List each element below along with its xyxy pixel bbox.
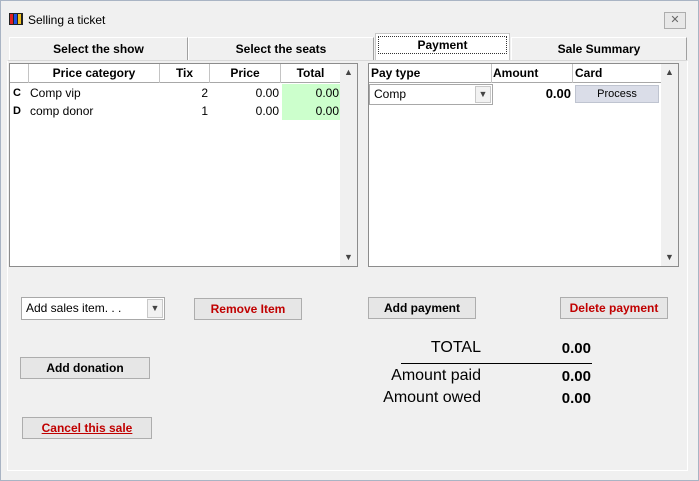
row-code: C [13,87,21,99]
remove-item-button[interactable]: Remove Item [194,298,302,320]
tab-sale-summary[interactable]: Sale Summary [511,37,687,60]
col-pay-type[interactable]: Pay type [369,64,492,83]
row-code: D [13,105,21,117]
col-tix[interactable]: Tix [160,64,210,83]
scroll-up-icon[interactable]: ▲ [661,64,678,81]
cancel-sale-button[interactable]: Cancel this sale [22,417,152,439]
window-title: Selling a ticket [28,13,106,27]
total-value: 0.00 [561,340,591,357]
row-total: 0.00 [282,102,340,120]
table-row[interactable]: C Comp vip 2 0.00 0.00 [10,84,340,102]
payment-list-header: Pay type Amount Card [369,64,661,83]
chevron-down-icon[interactable]: ▼ [147,299,163,318]
scroll-up-icon[interactable]: ▲ [340,64,357,81]
pay-type-value: Comp [374,87,407,101]
process-card-button[interactable]: Process [575,85,659,103]
tab-select-show[interactable]: Select the show [9,37,188,60]
scroll-down-icon[interactable]: ▼ [340,249,357,266]
tab-payment[interactable]: Payment [375,33,510,60]
payment-panel: Price category Tix Price Total C Comp vi… [7,60,688,471]
scroll-down-icon[interactable]: ▼ [661,249,678,266]
chevron-down-icon[interactable]: ▼ [475,86,491,103]
items-scrollbar[interactable]: ▲ ▼ [340,64,357,266]
amount-paid-label: Amount paid [391,367,481,384]
row-price: 0.00 [255,104,279,118]
row-total: 0.00 [282,84,340,102]
col-price[interactable]: Price [210,64,281,83]
selling-ticket-window: Selling a ticket ✕ Select the show Selec… [0,0,699,481]
price-category-list[interactable]: Price category Tix Price Total C Comp vi… [9,63,358,267]
table-row[interactable]: D comp donor 1 0.00 0.00 [10,102,340,120]
total-label: TOTAL [430,339,481,356]
payment-list[interactable]: Pay type Amount Card Comp ▼ 0.00 Process… [368,63,679,267]
payment-amount[interactable]: 0.00 [495,85,571,103]
payment-scrollbar[interactable]: ▲ ▼ [661,64,678,266]
list-header: Price category Tix Price Total [10,64,340,83]
pay-type-select[interactable]: Comp ▼ [369,84,493,105]
col-price-category[interactable]: Price category [29,64,160,83]
col-card[interactable]: Card [573,64,661,83]
title-bar: Selling a ticket ✕ [1,1,698,32]
add-sales-item-value: Add sales item. . . [26,301,122,315]
close-icon: ✕ [670,14,680,26]
row-category: Comp vip [30,86,81,100]
close-button[interactable]: ✕ [664,12,686,29]
row-category: comp donor [30,104,94,118]
add-payment-button[interactable]: Add payment [368,297,476,319]
add-sales-item-select[interactable]: Add sales item. . . ▼ [21,297,165,320]
tab-strip: Select the show Select the seats Payment… [9,33,687,61]
col-total[interactable]: Total [281,64,340,83]
app-icon [9,13,23,25]
amount-owed-label: Amount owed [383,389,481,406]
row-price: 0.00 [255,86,279,100]
row-tix: 2 [201,86,208,100]
tab-select-seats[interactable]: Select the seats [188,37,374,60]
amount-paid-value: 0.00 [561,368,591,385]
row-tix: 1 [201,104,208,118]
delete-payment-button[interactable]: Delete payment [560,297,668,319]
add-donation-button[interactable]: Add donation [20,357,150,379]
amount-owed-value: 0.00 [561,390,591,407]
col-amount[interactable]: Amount [492,64,573,83]
summary-divider [401,363,592,364]
